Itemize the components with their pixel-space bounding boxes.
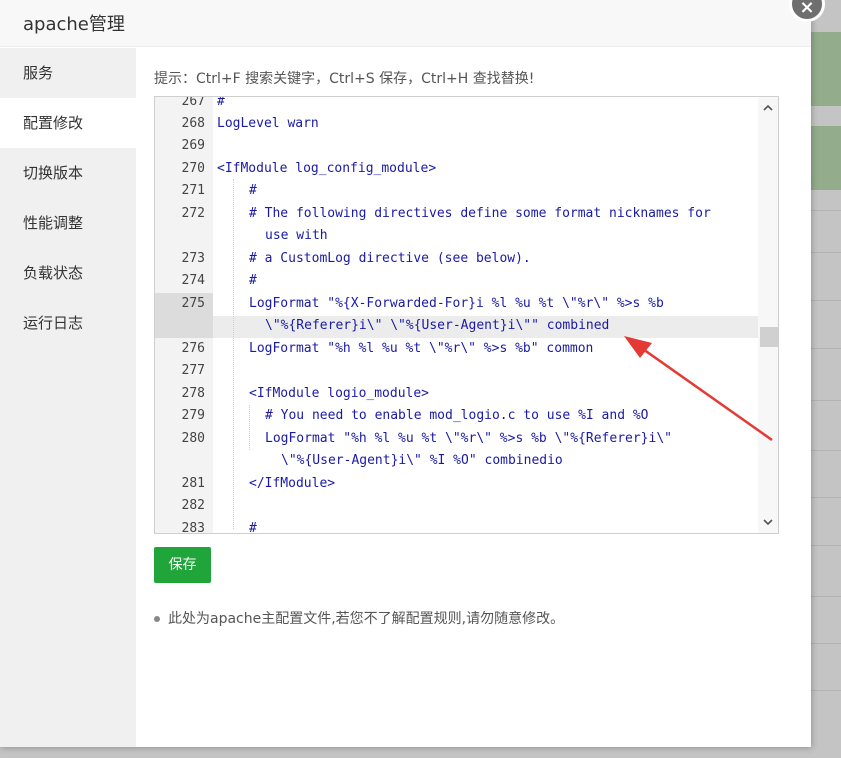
code-text: # (217, 96, 225, 109)
code-text: <IfModule logio_module> (249, 386, 430, 401)
code-text-continuation: \"%{Referer}i\" \"%{User-Agent}i\"" comb… (265, 318, 610, 333)
config-warning-note: 此处为apache主配置文件,若您不了解配置规则,请勿随意修改。 (154, 608, 564, 628)
modal-title: apache管理 (23, 14, 125, 35)
code-area[interactable]: 267 # 268 LogLevel warn 269 270 <IfModul… (155, 97, 758, 533)
line-number: 269 (181, 138, 205, 153)
save-button[interactable]: 保存 (154, 547, 211, 583)
background-row (810, 545, 841, 546)
code-text: LogFormat "%h %l %u %t \"%r\" %>s %b \"%… (265, 431, 672, 446)
line-number: 278 (181, 386, 205, 401)
background-row (810, 596, 841, 597)
code-text: # (249, 183, 257, 198)
code-text: LogLevel warn (217, 116, 319, 131)
sidebar-item-service[interactable]: 服务 (0, 48, 136, 98)
line-number: 274 (181, 273, 205, 288)
background-row (810, 348, 841, 349)
modal-header: apache管理 (0, 0, 811, 47)
code-text-continuation: \"%{User-Agent}i\" %I %O" combinedio (281, 453, 563, 468)
line-number: 271 (181, 183, 205, 198)
line-number: 281 (181, 476, 205, 491)
line-number: 275 (181, 296, 205, 311)
background-row (810, 497, 841, 498)
sidebar-item-config-edit[interactable]: 配置修改 (0, 98, 136, 148)
shortcut-tip: 提示：Ctrl+F 搜索关键字，Ctrl+S 保存，Ctrl+H 查找替换! (154, 71, 535, 87)
background-row (810, 450, 841, 451)
line-number: 273 (181, 251, 205, 266)
sidebar-item-run-log[interactable]: 运行日志 (0, 298, 136, 348)
line-number: 282 (181, 498, 205, 513)
background-green-block (810, 126, 841, 190)
background-row (810, 210, 841, 211)
line-number: 276 (181, 341, 205, 356)
indent-guide (249, 405, 250, 450)
line-number: 268 (181, 116, 205, 131)
scrollbar-thumb[interactable] (760, 327, 778, 347)
background-row (810, 252, 841, 253)
config-code-editor[interactable]: 267 # 268 LogLevel warn 269 270 <IfModul… (154, 96, 779, 534)
code-text: </IfModule> (249, 476, 336, 491)
background-row (810, 643, 841, 644)
line-number: 280 (181, 431, 205, 446)
editor-scrollbar[interactable] (758, 97, 778, 533)
config-warning-text: 此处为apache主配置文件,若您不了解配置规则,请勿随意修改。 (168, 611, 565, 627)
code-text: LogFormat "%h %l %u %t \"%r\" %>s %b" co… (249, 341, 594, 356)
sidebar-item-performance[interactable]: 性能调整 (0, 198, 136, 248)
line-number: 277 (181, 363, 205, 378)
code-text: # You need to enable mod_logio.c to use … (265, 408, 649, 423)
background-green-block (810, 32, 841, 106)
background-row (810, 400, 841, 401)
chevron-down-icon[interactable] (758, 511, 778, 533)
code-text: # a CustomLog directive (see below). (249, 251, 531, 266)
sidebar: 服务 配置修改 切换版本 性能调整 负载状态 运行日志 (0, 48, 136, 747)
chevron-up-icon[interactable] (758, 97, 778, 119)
indent-guide (233, 179, 234, 529)
sidebar-item-switch-version[interactable]: 切换版本 (0, 148, 136, 198)
sidebar-item-load-status[interactable]: 负载状态 (0, 248, 136, 298)
bullet-icon (154, 616, 160, 622)
code-text: <IfModule log_config_module> (217, 161, 437, 176)
close-icon: × (799, 0, 815, 18)
code-text: # (249, 273, 257, 288)
line-number: 267 (181, 96, 205, 109)
line-number: 283 (181, 521, 205, 534)
apache-management-modal: apache管理 服务 配置修改 切换版本 性能调整 负载状态 运行日志 提示：… (0, 0, 811, 747)
line-number: 270 (181, 161, 205, 176)
background-row (810, 690, 841, 691)
line-number: 272 (181, 206, 205, 221)
line-number: 279 (181, 408, 205, 423)
code-text: # The following directives define some f… (249, 206, 711, 221)
code-text: LogFormat "%{X-Forwarded-For}i %l %u %t … (249, 296, 664, 311)
background-row (810, 300, 841, 301)
code-text: # (249, 521, 257, 534)
code-text-continuation: use with (265, 228, 328, 243)
